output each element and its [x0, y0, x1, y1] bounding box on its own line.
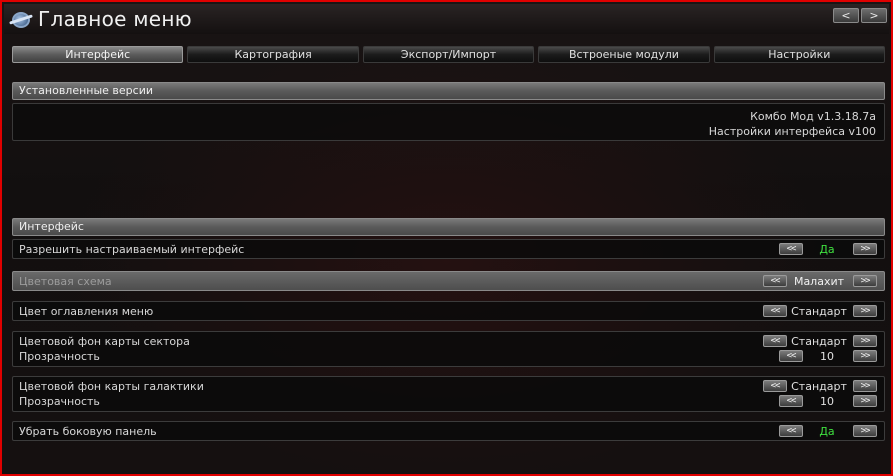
window-title: Главное меню: [38, 7, 192, 31]
prev-option-button[interactable]: <<: [763, 335, 787, 347]
setting-row-hide-side-panel: Убрать боковую панель << Да >>: [12, 421, 885, 441]
tab-interface[interactable]: Интерфейс: [12, 46, 184, 63]
setting-value: Стандарт: [791, 335, 847, 348]
versions-panel: Комбо Мод v1.3.18.7a Настройки интерфейс…: [12, 103, 885, 141]
prev-transparency-button[interactable]: <<: [779, 350, 803, 362]
transparency-value: 10: [820, 350, 834, 363]
prev-option-button[interactable]: <<: [763, 380, 787, 392]
next-option-button[interactable]: >>: [853, 335, 877, 347]
setting-value: Малахит: [793, 275, 845, 288]
combo-mod-version: Комбо Мод v1.3.18.7a: [750, 110, 876, 123]
planet-icon: [12, 12, 30, 28]
forward-button[interactable]: >: [861, 8, 887, 23]
prev-option-button[interactable]: <<: [779, 243, 803, 255]
tab-cartography[interactable]: Картография: [187, 46, 359, 63]
setting-value: Да: [819, 243, 835, 256]
setting-row-sector-map-background: Цветовой фон карты сектора << Стандарт >…: [12, 331, 885, 367]
next-option-button[interactable]: >>: [853, 425, 877, 437]
setting-label: Цветовой фон карты сектора: [19, 335, 190, 348]
tab-bar: Интерфейс Картография Экспорт/Импорт Вст…: [12, 46, 886, 64]
tab-settings[interactable]: Настройки: [713, 46, 886, 63]
setting-value: Стандарт: [791, 380, 847, 393]
setting-row-custom-interface: Разрешить настраиваемый интерфейс << Да …: [12, 239, 885, 259]
title-bar: Главное меню < >: [4, 4, 889, 34]
setting-label: Цвет оглавления меню: [19, 305, 154, 318]
setting-label: Цветовая схема: [19, 275, 112, 288]
next-option-button[interactable]: >>: [853, 275, 877, 287]
next-transparency-button[interactable]: >>: [853, 350, 877, 362]
prev-option-button[interactable]: <<: [779, 425, 803, 437]
transparency-label: Прозрачность: [19, 350, 100, 363]
back-button[interactable]: <: [833, 8, 859, 23]
next-option-button[interactable]: >>: [853, 243, 877, 255]
main-menu-window: Главное меню < > Интерфейс Картография Э…: [0, 0, 893, 476]
setting-label: Убрать боковую панель: [19, 425, 157, 438]
versions-section-header: Установленные версии: [12, 82, 885, 100]
next-option-button[interactable]: >>: [853, 380, 877, 392]
interface-settings-version: Настройки интерфейса v100: [708, 125, 876, 138]
setting-row-galaxy-map-background: Цветовой фон карты галактики << Стандарт…: [12, 376, 885, 412]
tab-export-import[interactable]: Экспорт/Импорт: [362, 46, 535, 63]
setting-label: Разрешить настраиваемый интерфейс: [19, 243, 245, 256]
prev-option-button[interactable]: <<: [763, 275, 787, 287]
setting-row-menu-header-color: Цвет оглавления меню << Стандарт >>: [12, 301, 885, 321]
setting-label: Цветовой фон карты галактики: [19, 380, 204, 393]
prev-transparency-button[interactable]: <<: [779, 395, 803, 407]
tab-builtin-modules[interactable]: Встроеные модули: [538, 46, 710, 63]
transparency-label: Прозрачность: [19, 395, 100, 408]
transparency-value: 10: [820, 395, 834, 408]
setting-value: Да: [819, 425, 835, 438]
setting-row-color-scheme: Цветовая схема << Малахит >>: [12, 271, 885, 291]
setting-value: Стандарт: [791, 305, 847, 318]
interface-section-header: Интерфейс: [12, 218, 885, 236]
prev-option-button[interactable]: <<: [763, 305, 787, 317]
next-option-button[interactable]: >>: [853, 305, 877, 317]
next-transparency-button[interactable]: >>: [853, 395, 877, 407]
